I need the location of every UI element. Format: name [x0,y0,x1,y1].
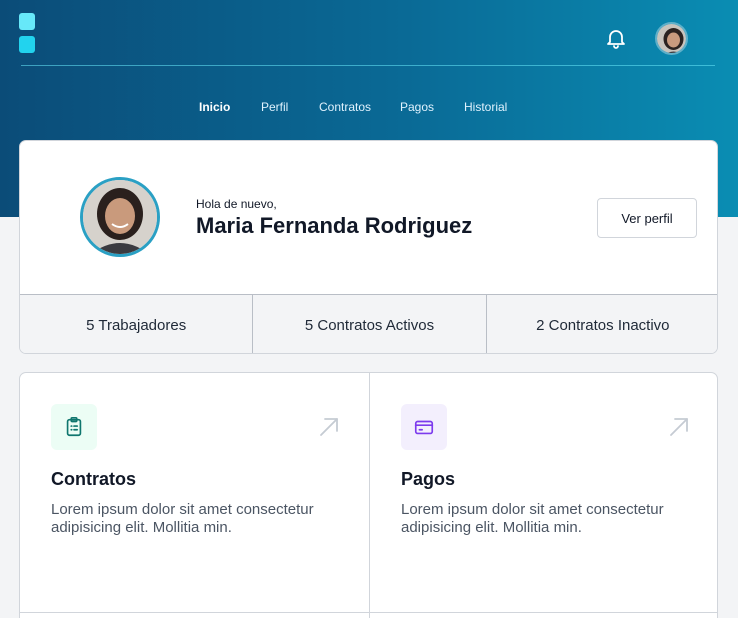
card-divider [370,612,717,613]
logo[interactable] [19,13,35,53]
nav-item-historial[interactable]: Historial [464,100,507,114]
greeting-text: Hola de nuevo, [196,197,277,211]
logo-square-bottom [19,36,35,53]
quick-links: Contratos Lorem ipsum dolor sit amet con… [19,372,718,618]
card-title: Pagos [401,469,456,489]
stat-contratos-inactivos: 2 Contratos Inactivo [536,316,670,334]
stat-trabajadores: 5 Trabajadores [20,295,254,353]
ver-perfil-button[interactable]: Ver perfil [597,198,697,238]
stat-contratos-activos: 5 Contratos Activos [253,295,487,353]
card-description: Lorem ipsum dolor sit amet consectetur a… [401,501,664,536]
stats-bar: 5 Trabajadores 5 Contratos Activos 2 Con… [20,294,717,353]
card-contratos[interactable]: Contratos Lorem ipsum dolor sit amet con… [20,373,370,618]
nav-item-inicio[interactable]: Inicio [199,100,230,114]
nav-item-pagos[interactable]: Pagos [400,100,434,114]
clipboard-icon [51,404,97,450]
header-divider [21,65,715,66]
arrow-up-right-icon [668,416,690,438]
nav-item-contratos[interactable]: Contratos [319,100,371,114]
card-divider [20,612,369,613]
user-name: Maria Fernanda Rodriguez [196,213,473,238]
credit-card-icon [401,404,447,450]
card-pagos[interactable]: Pagos Lorem ipsum dolor sit amet consect… [370,373,717,618]
profile-card: Hola de nuevo, Maria Fernanda Rodriguez … [19,140,718,354]
profile-avatar [80,177,160,257]
avatar[interactable] [655,22,688,55]
nav-item-perfil[interactable]: Perfil [261,100,288,114]
main-nav: Inicio Perfil Contratos Pagos Historial [0,100,738,116]
bell-icon[interactable] [604,26,628,50]
logo-square-top [19,13,35,30]
card-title: Contratos [51,469,136,489]
card-description: Lorem ipsum dolor sit amet consectetur a… [51,501,314,536]
arrow-up-right-icon [318,416,340,438]
